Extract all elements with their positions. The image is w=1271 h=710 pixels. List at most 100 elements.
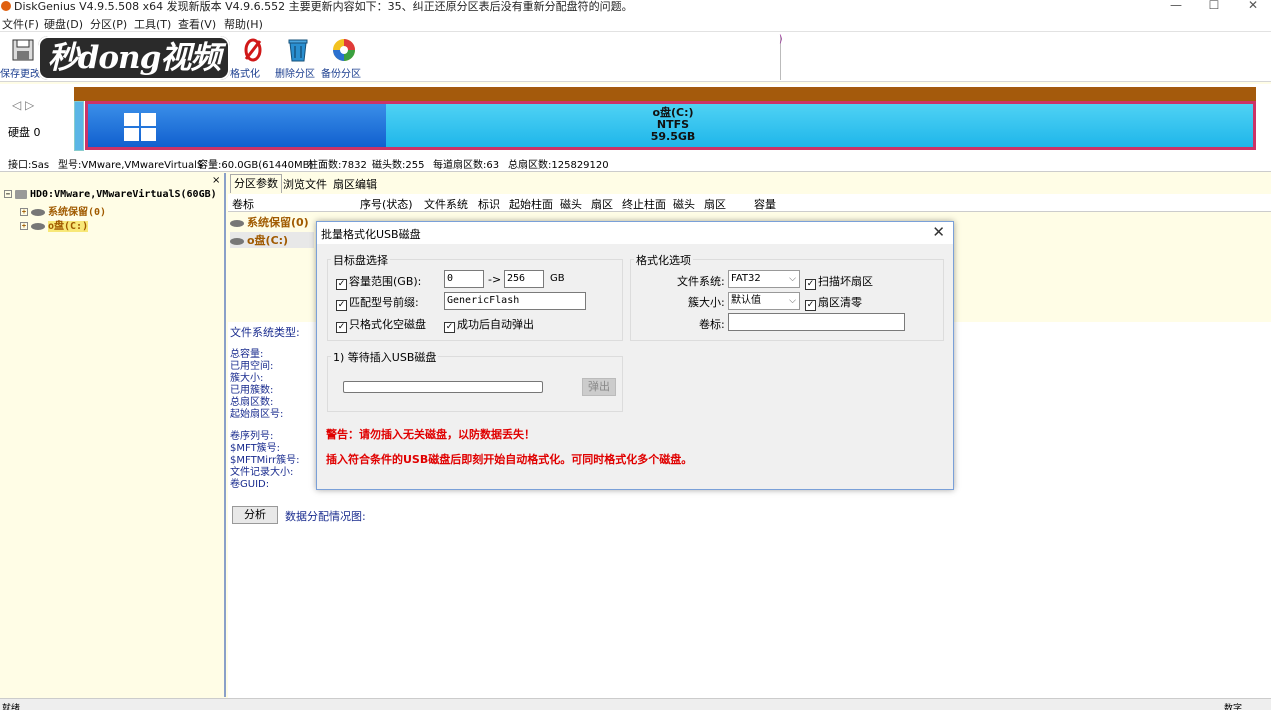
disk-tree-panel: × − HD0:VMware,VMwareVirtualS(60GB) + 系统保留… xyxy=(0,173,226,697)
cluster-size-select[interactable]: 默认值 ⌵ xyxy=(728,292,800,310)
delete-partition-label: 删除分区 xyxy=(275,69,315,80)
disk-label: 硬盘 0 xyxy=(8,126,41,139)
menu-partition[interactable]: 分区(P) xyxy=(90,16,127,32)
capacity-from-input[interactable]: 0 xyxy=(444,270,484,288)
menu-help[interactable]: 帮助(H) xyxy=(224,16,263,32)
tab-sector-edit[interactable]: 扇区编辑 xyxy=(330,176,380,192)
col-sector-end[interactable]: 扇区 xyxy=(704,196,726,212)
filesystem-select[interactable]: FAT32 ⌵ xyxy=(728,270,800,288)
tab-browse-files[interactable]: 浏览文件 xyxy=(280,176,330,192)
partition-size: 59.5GB xyxy=(650,130,696,143)
model-prefix-input[interactable]: GenericFlash xyxy=(444,292,586,310)
col-filesystem[interactable]: 文件系统 xyxy=(424,196,468,212)
fs-type-label: 文件系统类型: xyxy=(230,326,300,339)
disk-map: ◁ ▷ 硬盘 0 o盘(C:) NTFS 59.5GB xyxy=(0,84,1271,154)
close-window-button[interactable]: ✕ xyxy=(1233,0,1271,12)
scan-bad-sectors-checkbox[interactable]: ✓ 扫描坏扇区 xyxy=(805,273,873,290)
usb-progress-bar xyxy=(343,381,543,393)
analyze-button[interactable]: 分析 xyxy=(232,506,278,524)
tab-partition-params[interactable]: 分区参数 xyxy=(230,174,282,193)
system-reserved-block[interactable] xyxy=(74,101,84,151)
eject-button[interactable]: 弹出 xyxy=(582,378,616,396)
backup-partition-button[interactable]: 备份分区 xyxy=(321,35,367,81)
tree-item-c[interactable]: + o盘(C:) xyxy=(20,217,89,232)
capacity-unit: GB xyxy=(550,273,565,284)
cluster-size-label: 簇大小: xyxy=(688,296,725,309)
disk-nav-arrows[interactable]: ◁ ▷ xyxy=(12,98,34,112)
dialog-title: 批量格式化USB磁盘 xyxy=(321,228,421,241)
toolbar-edge-mark: ⟩ xyxy=(779,34,783,45)
partition-icon xyxy=(31,222,45,230)
save-icon xyxy=(12,39,34,61)
dialog-close-icon[interactable]: ✕ xyxy=(932,223,945,241)
table-row[interactable]: o盘(C:) xyxy=(230,232,314,248)
minimize-button[interactable]: — xyxy=(1156,0,1196,12)
collapse-icon[interactable]: − xyxy=(4,190,12,198)
model-prefix-checkbox[interactable]: ✓ 匹配型号前缀: xyxy=(336,294,419,311)
col-end-cyl[interactable]: 终止柱面 xyxy=(622,196,666,212)
filesystem-label: 文件系统: xyxy=(677,275,725,288)
target-group-label: 目标盘选择 xyxy=(331,252,390,268)
volume-label-input[interactable] xyxy=(728,313,905,331)
menu-bar: 文件(F) 硬盘(D) 分区(P) 工具(T) 查看(V) 帮助(H) xyxy=(0,14,1271,32)
col-sector-start[interactable]: 扇区 xyxy=(591,196,613,212)
tree-item-reserved[interactable]: + 系统保留(0) xyxy=(20,203,106,218)
format-group-label: 格式化选项 xyxy=(634,252,693,268)
info-total-sectors: 总扇区数:125829120 xyxy=(508,160,609,171)
disk-icon xyxy=(15,189,27,199)
tree-close-icon[interactable]: × xyxy=(212,175,220,186)
delete-partition-button[interactable]: 删除分区 xyxy=(275,35,321,81)
menu-disk[interactable]: 硬盘(D) xyxy=(44,16,83,32)
backup-partition-label: 备份分区 xyxy=(321,69,361,80)
status-ready: 就绪 xyxy=(2,704,21,710)
col-volume-label[interactable]: 卷标 xyxy=(232,196,254,212)
partition-c-block[interactable]: o盘(C:) NTFS 59.5GB xyxy=(85,101,1256,150)
chevron-down-icon: ⌵ xyxy=(789,296,796,306)
warning-text: 警告：请勿插入无关磁盘，以防数据丢失！ xyxy=(326,428,535,441)
col-id[interactable]: 标识 xyxy=(478,196,500,212)
partition-info: o盘(C:) NTFS 59.5GB xyxy=(608,107,738,143)
table-row[interactable]: 系统保留(0) xyxy=(230,214,309,230)
format-icon xyxy=(244,38,262,62)
zero-sectors-checkbox[interactable]: ✓ 扇区清零 xyxy=(805,294,862,311)
format-button[interactable]: 格式化 xyxy=(230,35,276,81)
info-cylinders: 柱面数:7832 xyxy=(308,160,367,171)
title-bar: DiskGenius V4.9.5.508 x64 发现新版本 V4.9.6.5… xyxy=(0,0,1271,14)
maximize-button[interactable]: ☐ xyxy=(1194,0,1234,12)
menu-view[interactable]: 查看(V) xyxy=(178,16,216,32)
expand-icon[interactable]: + xyxy=(20,222,28,230)
volume-label-label: 卷标: xyxy=(699,318,725,331)
menu-file[interactable]: 文件(F) xyxy=(2,16,39,32)
window-title: DiskGenius V4.9.5.508 x64 发现新版本 V4.9.6.5… xyxy=(14,0,633,13)
expand-icon[interactable]: + xyxy=(20,208,28,216)
detail-group-1: 总容量: 已用空间: 簇大小: 已用簇数: 总扇区数: 起始扇区号: xyxy=(230,349,284,420)
col-head-end[interactable]: 磁头 xyxy=(673,196,695,212)
info-capacity: 容量:60.0GB(61440MB) xyxy=(198,160,314,171)
detail-group-2: 卷序列号: $MFT簇号: $MFTMirr簇号: 文件记录大小: 卷GUID: xyxy=(230,431,300,490)
col-start-cyl[interactable]: 起始柱面 xyxy=(509,196,553,212)
only-empty-checkbox[interactable]: ✓ 只格式化空磁盘 xyxy=(336,316,426,333)
capacity-to-input[interactable]: 256 xyxy=(504,270,544,288)
dialog-title-bar: 批量格式化USB磁盘 ✕ xyxy=(317,222,953,244)
batch-format-usb-dialog: 批量格式化USB磁盘 ✕ 目标盘选择 ✓ 容量范围(GB): 0 -> 256 G… xyxy=(316,221,954,490)
save-label: 保存更改 xyxy=(0,69,40,80)
capacity-range-checkbox[interactable]: ✓ 容量范围(GB): xyxy=(336,273,421,290)
tree-root-disk[interactable]: − HD0:VMware,VMwareVirtualS(60GB) xyxy=(4,189,217,200)
partition-table-header: 卷标 序号(状态) 文件系统 标识 起始柱面 磁头 扇区 终止柱面 磁头 扇区 … xyxy=(228,194,1271,212)
auto-eject-checkbox[interactable]: ✓ 成功后自动弹出 xyxy=(444,316,534,333)
col-head-start[interactable]: 磁头 xyxy=(560,196,582,212)
partition-icon xyxy=(31,208,45,216)
info-text: 插入符合条件的USB磁盘后即刻开始自动格式化。可同时格式化多个磁盘。 xyxy=(326,453,693,466)
info-sectors-per-track: 每道扇区数:63 xyxy=(433,160,500,171)
partition-icon xyxy=(230,219,244,227)
disk-header-bar xyxy=(74,87,1256,101)
video-watermark-logo: 秒dong视频 xyxy=(38,36,230,80)
tab-bar: 分区参数 浏览文件 扇区编辑 xyxy=(228,174,1271,193)
distribution-label: 数据分配情况图: xyxy=(285,510,366,523)
disk-info-bar: 接口:Sas 型号:VMware,VMwareVirtualS 容量:60.0G… xyxy=(0,154,1271,172)
trash-icon xyxy=(288,39,308,62)
info-interface: 接口:Sas xyxy=(8,160,50,171)
col-index[interactable]: 序号(状态) xyxy=(360,196,413,212)
col-capacity[interactable]: 容量 xyxy=(754,196,776,212)
menu-tools[interactable]: 工具(T) xyxy=(134,16,171,32)
